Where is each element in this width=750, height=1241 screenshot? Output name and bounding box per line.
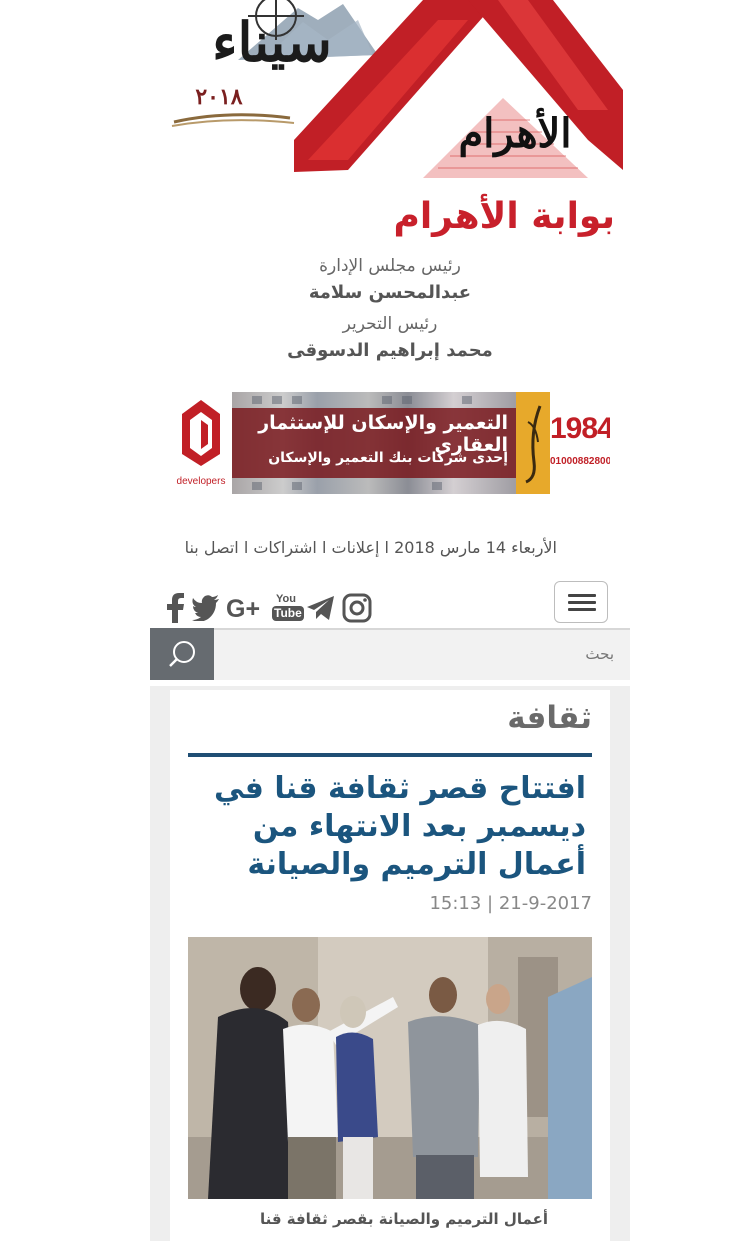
sinai-logo-year: ٢٠١٨ — [195, 84, 243, 110]
section-title[interactable]: ثقافة — [188, 700, 592, 736]
editor-role: رئيس التحرير — [342, 314, 438, 334]
article-headline[interactable]: افتتاح قصر ثقافة قنا في ديسمبر بعد الانت… — [188, 770, 586, 884]
search-button[interactable] — [150, 628, 214, 680]
ad-building-photo: التعمير والإسكان للإستثمار العقارى إحدى … — [232, 392, 516, 494]
developers-logo: developers — [170, 392, 232, 494]
twitter-icon[interactable] — [192, 595, 220, 621]
ads-link[interactable]: إعلانات — [332, 538, 380, 557]
separator: ا — [321, 538, 327, 557]
section-divider — [188, 753, 592, 757]
search-icon — [169, 641, 195, 667]
separator: ا — [384, 538, 389, 557]
telegram-icon[interactable] — [306, 595, 336, 621]
portal-title[interactable]: بوابة الأهرام — [330, 196, 615, 237]
sinai-logo-text: سيناء — [212, 10, 332, 74]
menu-bar — [568, 601, 596, 604]
youtube-label-bottom: Tube — [272, 606, 304, 621]
youtube-label-top: You — [276, 593, 296, 605]
subscriptions-link[interactable]: اشتراكات — [253, 538, 317, 557]
ad-side-logo — [516, 392, 550, 494]
instagram-icon[interactable] — [342, 593, 372, 623]
photo-caption: أعمال الترميم والصيانة بقصر ثقافة قنا — [259, 1210, 548, 1228]
menu-bar — [568, 594, 596, 597]
google-plus-icon[interactable]: G+ — [226, 594, 266, 622]
ahram-logo-text: الأهرام — [458, 110, 572, 157]
current-date: الأربعاء 14 مارس 2018 — [394, 538, 557, 557]
ad-banner[interactable]: developers التعمير والإسكان للإستثمار ال… — [170, 392, 610, 494]
search-input[interactable] — [214, 630, 630, 678]
ad-subline: إحدى شركات بنك التعمير والإسكان — [268, 450, 508, 466]
article-photo[interactable] — [188, 937, 592, 1199]
editor-name: محمد إبراهيم الدسوقى — [287, 340, 493, 361]
menu-button[interactable] — [554, 581, 608, 623]
ad-phone: 01000882800 — [550, 456, 610, 467]
ad-hotline-number: 19845 — [550, 412, 610, 445]
board-chair-role: رئيس مجلس الإدارة — [319, 256, 461, 276]
article-photo-image — [188, 937, 592, 1199]
social-icons: G+ You Tube — [164, 588, 372, 628]
board-chair-name: عبدالمحسن سلامة — [308, 282, 472, 303]
ad-hotline: 19845 01000882800 — [550, 392, 610, 494]
menu-bar — [568, 608, 596, 611]
ad-brand: developers — [177, 476, 226, 487]
facebook-icon[interactable] — [164, 593, 186, 623]
svg-text:G+: G+ — [226, 595, 260, 622]
separator: ا — [243, 538, 249, 557]
developers-logo-icon: developers — [177, 400, 226, 487]
youtube-icon[interactable]: You Tube — [272, 593, 304, 623]
top-links-bar: الأربعاء 14 مارس 2018 ا إعلانات ا اشتراك… — [150, 538, 557, 557]
article-date: 21-9-2017 | 15:13 — [429, 893, 592, 914]
contact-link[interactable]: اتصل بنا — [185, 538, 239, 557]
